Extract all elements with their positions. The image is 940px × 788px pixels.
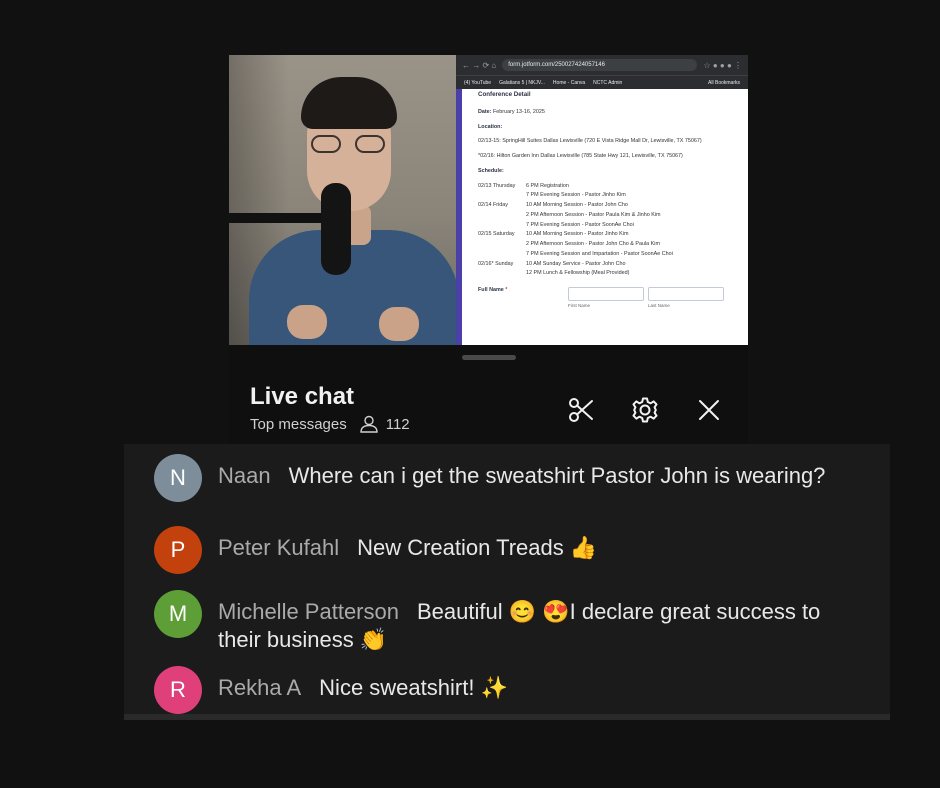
schedule-list: 02/13 Thursday 6 PM Registration 7 PM Eve… (478, 183, 740, 278)
schedule-row: 7 PM Evening Session - Pastor Jinho Kim (526, 192, 626, 199)
bookmark-item: (4) YouTube (464, 79, 492, 86)
avatar[interactable]: R (154, 666, 202, 714)
chat-mode-row[interactable]: Top messages 112 (250, 415, 410, 433)
avatar[interactable]: M (154, 590, 202, 638)
form-document: Conference Detail Date: February 13-16, … (478, 91, 740, 309)
bookmark-item: Galatians 5 | NKJV... (499, 79, 545, 86)
bookmark-item: All Bookmarks (708, 79, 740, 86)
message-text: New Creation Treads 👍 (357, 535, 598, 560)
viewer-count: 112 (385, 415, 410, 433)
chat-message-list[interactable]: N Naan Where can i get the sweatshirt Pas… (124, 444, 890, 720)
presenter-glasses (311, 135, 387, 153)
camera-feed (229, 55, 456, 345)
author-name[interactable]: Peter Kufahl (218, 535, 339, 560)
schedule-row: 02/15 Saturday 10 AM Morning Session - Pa… (478, 231, 629, 238)
doc-location-1: 02/13-15: SpringHill Suites Dallas Lewis… (478, 138, 702, 145)
presenter-hair (301, 77, 397, 129)
author-name[interactable]: Michelle Patterson (218, 599, 399, 624)
first-name-input (568, 287, 644, 301)
browser-toolbar: ← → ⟳ ⌂ form.jotform.com/250027424057146… (456, 55, 748, 75)
first-name-field: First Name (568, 287, 644, 309)
avatar[interactable]: N (154, 454, 202, 502)
mic-boom-arm (229, 213, 329, 223)
browser-extension-icons: ☆ ● ● ● ⋮ (703, 60, 742, 70)
schedule-row: 02/13 Thursday 6 PM Registration (478, 182, 569, 189)
schedule-row: 7 PM Evening Session and Impartation - P… (526, 250, 673, 257)
browser-nav-icons: ← → ⟳ ⌂ (462, 60, 497, 70)
chat-mode-label[interactable]: Top messages (250, 416, 347, 433)
avatar[interactable]: P (154, 526, 202, 574)
doc-location-label: Location: (478, 123, 503, 130)
author-name[interactable]: Naan (218, 463, 271, 488)
settings-button[interactable] (630, 395, 660, 425)
message-body: Rekha A Nice sweatshirt! ✨ (218, 674, 858, 702)
clip-button[interactable] (566, 395, 596, 425)
message-body: Peter Kufahl New Creation Treads 👍 (218, 534, 858, 562)
browser-url: form.jotform.com/250027424057146 (502, 59, 698, 71)
video-player[interactable]: ← → ⟳ ⌂ form.jotform.com/250027424057146… (229, 55, 748, 345)
schedule-row: 2 PM Afternoon Session - Pastor John Cho… (526, 241, 660, 247)
person-icon (360, 415, 378, 433)
schedule-row: 2 PM Afternoon Session - Pastor Paula Ki… (526, 211, 661, 218)
bookmark-item: Home - Canva (552, 79, 586, 86)
bookmark-item: NCTC Admin (593, 79, 623, 86)
last-name-sublabel: Last Name (648, 303, 670, 308)
message-body: Naan Where can i get the sweatshirt Pasto… (218, 462, 858, 490)
last-name-field: Last Name (648, 287, 724, 309)
close-button[interactable] (694, 395, 724, 425)
full-name-label: Full Name * (478, 287, 508, 293)
gear-icon (632, 397, 658, 423)
doc-date: Date: February 13-16, 2025 (478, 108, 545, 115)
header-actions (566, 395, 724, 425)
schedule-row: 12 PM Lunch & Fellowship (Meal Provided) (526, 270, 630, 277)
message-body: Michelle Patterson Beautiful 😊 😍I declare… (218, 598, 858, 654)
doc-location-2: *02/16: Hilton Garden Inn Dallas Lewisvi… (478, 153, 683, 159)
doc-heading: Conference Detail (478, 91, 531, 98)
close-icon (699, 400, 719, 420)
live-chat-header: Live chat Top messages 112 (229, 345, 748, 444)
schedule-row: 7 PM Evening Session - Pastor SoonAe Cho… (526, 221, 634, 228)
app-root: ← → ⟳ ⌂ form.jotform.com/250027424057146… (0, 0, 940, 788)
scissors-icon (569, 398, 593, 422)
message-text: Nice sweatshirt! ✨ (319, 675, 508, 700)
microphone (321, 183, 351, 275)
schedule-row: 02/14 Friday 10 AM Morning Session - Past… (478, 202, 628, 208)
doc-schedule-label: Schedule: (478, 167, 504, 174)
drag-handle[interactable] (462, 355, 516, 360)
presenter-sweatshirt (249, 230, 456, 345)
full-name-row: Full Name * First Name Last Name (478, 287, 740, 309)
message-text: Where can i get the sweatshirt Pastor Jo… (288, 463, 826, 488)
author-name[interactable]: Rekha A (218, 675, 301, 700)
presenter-right-hand (379, 307, 419, 341)
full-name-fields: First Name Last Name (568, 287, 724, 309)
form-accent-bar (456, 89, 462, 345)
presenter-left-hand (287, 305, 327, 339)
bookmarks-bar: (4) YouTube Galatians 5 | NKJV... Home -… (456, 75, 748, 89)
shared-screen: ← → ⟳ ⌂ form.jotform.com/250027424057146… (456, 55, 748, 345)
schedule-row: 02/16* Sunday 10 AM Sunday Service - Past… (478, 260, 626, 267)
first-name-sublabel: First Name (568, 303, 591, 308)
chat-title: Live chat (250, 383, 355, 410)
last-name-input (648, 287, 724, 301)
